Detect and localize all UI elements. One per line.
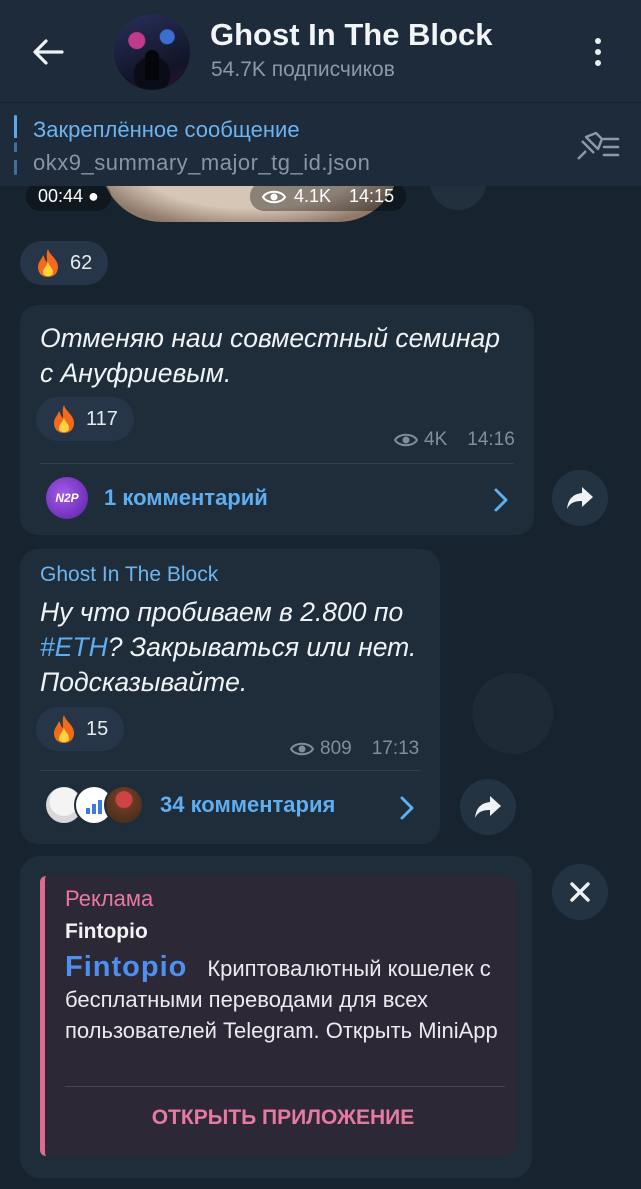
close-icon (570, 882, 590, 902)
pinned-message-bar[interactable]: Закреплённое сообщение okx9_summary_majo… (0, 102, 641, 186)
eye-icon (394, 433, 418, 447)
open-app-button[interactable]: ОТКРЫТЬ ПРИЛОЖЕНИЕ (45, 1106, 521, 1130)
close-ad-button[interactable] (552, 864, 608, 920)
avatar (104, 785, 144, 825)
share-button[interactable] (460, 779, 516, 835)
comments-label: 1 комментарий (104, 485, 268, 510)
chevron-right-icon (400, 796, 414, 820)
chat-header: Ghost In The Block 54.7K подписчиков (0, 0, 641, 102)
pinned-title: Закреплённое сообщение (33, 117, 300, 142)
message-bubble[interactable]: Ghost In The Block Ну что пробиваем в 2.… (20, 549, 440, 844)
divider (65, 1086, 505, 1087)
reaction-count: 15 (86, 717, 109, 740)
fintopio-logo: Fintopio (65, 951, 188, 983)
avatar: N2P (46, 477, 88, 519)
sponsored-card[interactable]: Реклама Fintopio Fintopio Криптовалютный … (40, 876, 516, 1156)
ad-label: Реклама (65, 886, 154, 911)
eye-icon (290, 742, 314, 756)
video-meta: 4.1K 14:15 (250, 182, 407, 211)
comments-button[interactable]: N2P 1 комментарий (46, 477, 268, 519)
channel-avatar[interactable] (114, 14, 190, 90)
pinned-text: okx9_summary_major_tg_id.json (33, 150, 371, 175)
ad-body: Fintopio Криптовалютный кошелек с бесплат… (65, 951, 498, 1044)
pin-list-icon (577, 131, 620, 160)
message-bubble[interactable]: Отменяю наш совместный семинар с Ануфрие… (20, 305, 534, 535)
more-vertical-icon (595, 38, 601, 44)
eye-icon (262, 190, 286, 203)
reaction-fire[interactable]: 62 (20, 241, 109, 285)
divider (40, 463, 514, 464)
channel-title[interactable]: Ghost In The Block (210, 17, 492, 53)
hashtag-link[interactable]: #ETH (40, 632, 108, 662)
arrow-left-icon (33, 39, 64, 65)
fire-icon (54, 715, 74, 743)
comments-label: 34 комментария (160, 792, 336, 817)
video-duration: 00:44 ● (26, 182, 111, 211)
back-button[interactable] (28, 32, 68, 72)
reaction-count: 62 (70, 251, 93, 274)
ad-advertiser-name: Fintopio (65, 920, 148, 943)
reaction-count: 117 (86, 407, 118, 430)
message-meta: 4K 14:16 (394, 429, 515, 451)
comments-button[interactable]: 34 комментария (44, 785, 335, 825)
divider (40, 770, 420, 771)
share-button[interactable] (552, 470, 608, 526)
message-author[interactable]: Ghost In The Block (40, 563, 218, 587)
share-icon (567, 487, 593, 509)
commenter-avatars (44, 785, 144, 825)
fire-icon (54, 405, 74, 433)
fire-icon (38, 249, 58, 277)
reaction-fire[interactable]: 15 (36, 707, 125, 751)
pinned-list-button[interactable] (572, 129, 622, 165)
more-menu-button[interactable] (580, 30, 616, 74)
reaction-fire[interactable]: 117 (36, 397, 134, 441)
message-text: Отменяю наш совместный семинар с Ануфрие… (40, 323, 501, 388)
message-meta: 809 17:13 (290, 738, 419, 760)
subscriber-count: 54.7K подписчиков (211, 58, 395, 81)
share-icon (475, 796, 501, 818)
message-text: Ну что пробиваем в 2.800 по #ETH? Закрыв… (40, 597, 417, 697)
pinned-indicator (14, 115, 17, 175)
chevron-right-icon (494, 488, 508, 512)
